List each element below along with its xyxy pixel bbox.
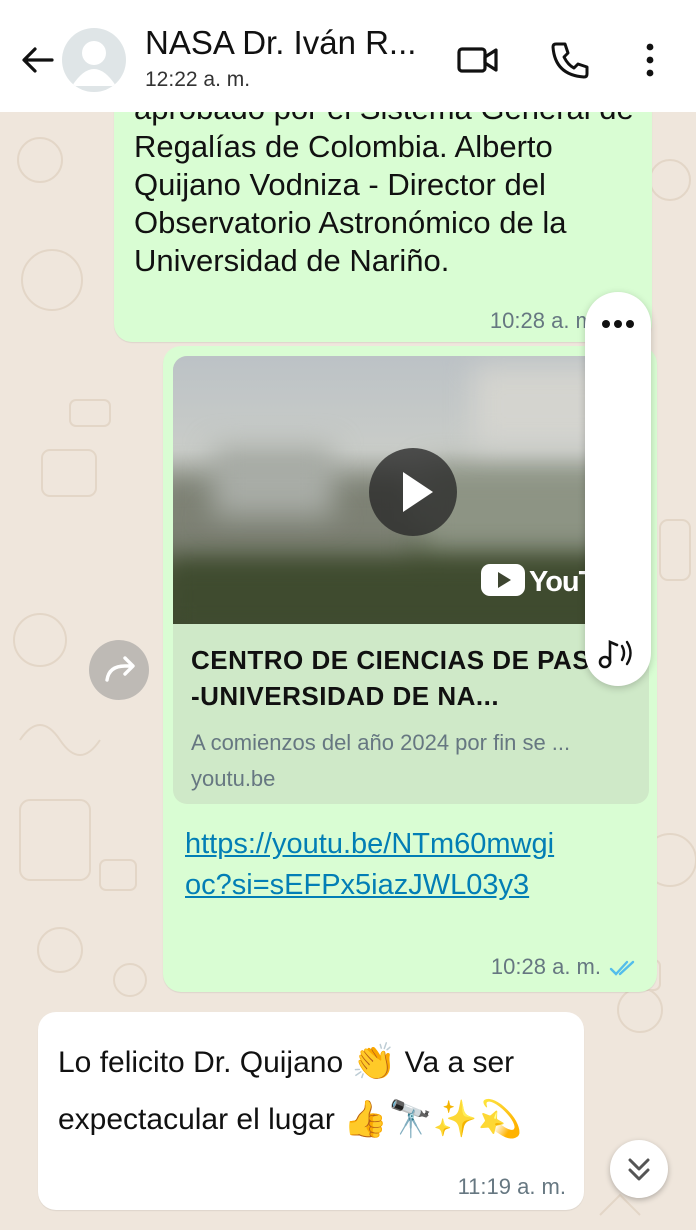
chevron-double-down-icon — [628, 1158, 650, 1181]
contact-name[interactable]: NASA Dr. Iván R... — [145, 24, 435, 62]
incoming-message[interactable]: Lo felicito Dr. Quijano 👏 Va a ser expec… — [38, 1012, 584, 1210]
video-camera-icon[interactable] — [456, 38, 500, 82]
scroll-to-bottom-button[interactable] — [610, 1140, 668, 1198]
preview-description: A comienzos del año 2024 por fin se ... — [191, 730, 571, 755]
outgoing-link-message[interactable]: YouTu CENTRO DE CIENCIAS DE PASTO -UNIVE… — [163, 346, 657, 992]
emoji-group: 👍🔭✨💫 — [343, 1098, 523, 1139]
more-vertical-icon[interactable] — [628, 38, 672, 82]
youtube-logo-icon — [481, 564, 525, 596]
preview-title[interactable]: CENTRO DE CIENCIAS DE PASTO -UNIVERSIDAD… — [191, 642, 631, 714]
default-avatar-icon — [72, 41, 116, 86]
message-text: aprobado por el Sistema General de Regal… — [134, 91, 634, 278]
message-text-part: Lo felicito Dr. Quijano — [58, 1046, 344, 1079]
message-time: 10:28 a. m. — [489, 308, 600, 333]
read-receipt-icon — [609, 960, 635, 976]
message-link[interactable]: https://youtu.be/NTm60mwgioc?si=sEFPx5ia… — [185, 824, 565, 906]
preview-domain: youtu.be — [191, 766, 276, 791]
forward-button[interactable] — [89, 640, 149, 700]
message-time: 11:19 a. m. — [457, 1174, 566, 1199]
message-text: Lo felicito Dr. Quijano 👏 Va a ser expec… — [58, 1034, 578, 1148]
last-seen-status: 12:22 a. m. — [145, 68, 251, 91]
play-icon[interactable] — [369, 448, 457, 536]
back-arrow-icon[interactable] — [18, 40, 58, 80]
phone-icon[interactable] — [548, 38, 592, 82]
music-note-icon[interactable] — [597, 636, 639, 670]
link-preview-card[interactable]: YouTu CENTRO DE CIENCIAS DE PASTO -UNIVE… — [173, 356, 649, 804]
floating-media-panel — [585, 292, 651, 686]
clapping-hands-emoji: 👏 — [351, 1041, 397, 1082]
chat-header: NASA Dr. Iván R... 12:22 a. m. — [0, 0, 696, 112]
message-time: 10:28 a. m. — [490, 954, 601, 979]
forward-icon — [105, 656, 135, 682]
video-thumbnail[interactable]: YouTu — [173, 356, 649, 624]
contact-avatar[interactable] — [62, 28, 126, 92]
more-horizontal-icon[interactable] — [597, 312, 639, 336]
